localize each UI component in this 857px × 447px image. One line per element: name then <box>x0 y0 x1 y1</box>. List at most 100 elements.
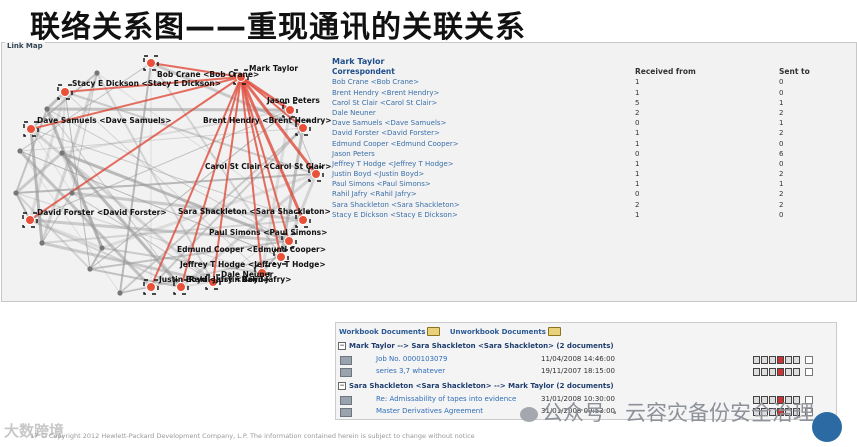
received-count: 5 <box>635 98 640 107</box>
graph-label-sara: Sara Shackleton <Sara Shackleton> <box>178 207 331 216</box>
document-link[interactable]: series 3,7 whatever <box>376 366 445 377</box>
correspondent-name[interactable]: Carol St Clair <Carol St Clair> <box>332 98 437 108</box>
correspondent-row[interactable]: Jeffrey T Hodge <Jeffrey T Hodge> 1 0 <box>332 159 852 169</box>
correspondent-name[interactable]: Brent Hendry <Brent Hendry> <box>332 88 439 98</box>
document-row[interactable]: series 3,7 whatever 19/11/2007 18:15:00 <box>338 366 834 377</box>
correspondent-row[interactable]: Carol St Clair <Carol St Clair> 5 1 <box>332 98 852 108</box>
document-group-header[interactable]: − Mark Taylor --> Sara Shackleton <Sara S… <box>338 342 614 350</box>
received-count: 0 <box>635 119 640 128</box>
tab-unworkbook-documents[interactable]: Unworkbook Documents <box>449 327 564 336</box>
graph-label-dale: Dale Neuner <box>221 270 274 279</box>
graph-minor-node[interactable] <box>39 240 45 246</box>
graph-minor-node[interactable] <box>59 150 65 156</box>
flag-icon[interactable] <box>761 368 768 376</box>
graph-node-bob[interactable] <box>146 58 156 68</box>
graph-label-edmund: Edmund Cooper <Edmund Cooper> <box>177 245 326 254</box>
correspondent-name[interactable]: Dave Samuels <Dave Samuels> <box>332 118 446 128</box>
document-link[interactable]: Re: Admissability of tapes into evidence <box>376 394 516 405</box>
flag-icon[interactable] <box>793 356 800 364</box>
wechat-icon <box>520 406 538 422</box>
graph-node-dave[interactable] <box>26 124 36 134</box>
received-count: 0 <box>635 190 640 199</box>
correspondent-name[interactable]: Rahil Jafry <Rahil Jafry> <box>332 189 417 199</box>
flag-icon[interactable] <box>777 368 784 376</box>
graph-node-davidf[interactable] <box>25 215 35 225</box>
graph-label-dave: Dave Samuels <Dave Samuels> <box>37 116 171 125</box>
flag-icon[interactable] <box>761 356 768 364</box>
graph-node-sara[interactable] <box>298 215 308 225</box>
flag-icon[interactable] <box>785 368 792 376</box>
correspondent-row[interactable]: Jason Peters 0 6 <box>332 149 852 159</box>
document-row[interactable]: Job No. 0000103079 11/04/2008 14:46:00 <box>338 354 834 365</box>
graph-minor-node[interactable] <box>94 70 100 76</box>
watermark-right: 公众号 · 云容灾备份安全治理 <box>520 397 814 427</box>
graph-label-stacy: Stacy E Dickson <Stacy E Dickson> <box>72 79 221 88</box>
document-link[interactable]: Master Derivatives Agreement <box>376 406 483 417</box>
correspondent-row[interactable]: Rahil Jafry <Rahil Jafry> 0 2 <box>332 189 852 199</box>
correspondent-row[interactable]: Paul Simons <Paul Simons> 1 1 <box>332 179 852 189</box>
graph-minor-node[interactable] <box>117 290 123 296</box>
workbook-tabs: Workbook Documents Unworkbook Documents <box>339 327 568 336</box>
flag-icon[interactable] <box>793 368 800 376</box>
graph-minor-node[interactable] <box>17 148 23 154</box>
graph-node-jason[interactable] <box>285 105 295 115</box>
graph-minor-node[interactable] <box>13 190 19 196</box>
correspondent-name[interactable]: Bob Crane <Bob Crane> <box>332 77 419 87</box>
graph-minor-node[interactable] <box>69 190 75 196</box>
flag-icon[interactable] <box>769 356 776 364</box>
correspondent-row[interactable]: Edmund Cooper <Edmund Cooper> 1 0 <box>332 139 852 149</box>
graph-edge <box>89 247 103 270</box>
document-icon <box>340 408 352 417</box>
correspondent-row[interactable]: Bob Crane <Bob Crane> 1 0 <box>332 77 852 87</box>
graph-minor-node[interactable] <box>99 245 105 251</box>
correspondent-name[interactable]: Sara Shackleton <Sara Shackleton> <box>332 200 460 210</box>
graph-minor-node[interactable] <box>87 266 93 272</box>
correspondent-row[interactable]: David Forster <David Forster> 1 2 <box>332 128 852 138</box>
graph-node-stacy[interactable] <box>60 87 70 97</box>
received-count: 2 <box>635 108 640 117</box>
tab-unworkbook-documents-label: Unworkbook Documents <box>449 327 546 336</box>
tab-workbook-documents[interactable]: Workbook Documents <box>339 327 443 336</box>
select-checkbox[interactable] <box>805 368 813 376</box>
correspondent-row[interactable]: Dave Samuels <Dave Samuels> 0 1 <box>332 118 852 128</box>
collapse-icon[interactable]: − <box>338 382 346 390</box>
correspondent-name[interactable]: Jason Peters <box>332 149 375 159</box>
correspondent-row[interactable]: Stacy E Dickson <Stacy E Dickson> 1 0 <box>332 210 852 220</box>
sent-count: 0 <box>779 159 784 168</box>
select-checkbox[interactable] <box>805 356 813 364</box>
footer-copyright: 17 © Copyright 2012 Hewlett-Packard Deve… <box>30 432 475 440</box>
correspondent-row[interactable]: Brent Hendry <Brent Hendry> 1 0 <box>332 88 852 98</box>
correspondent-name[interactable]: Edmund Cooper <Edmund Cooper> <box>332 139 459 149</box>
flag-icon[interactable] <box>785 356 792 364</box>
flag-icon[interactable] <box>777 356 784 364</box>
correspondent-row[interactable]: Dale Neuner 2 2 <box>332 108 852 118</box>
correspondent-name[interactable]: David Forster <David Forster> <box>332 128 440 138</box>
correspondent-name[interactable]: Justin Boyd <Justin Boyd> <box>332 169 424 179</box>
flag-icon[interactable] <box>769 368 776 376</box>
header-received: Received from <box>635 67 696 77</box>
correspondent-row[interactable]: Justin Boyd <Justin Boyd> 1 2 <box>332 169 852 179</box>
correspondent-row[interactable]: Sara Shackleton <Sara Shackleton> 2 2 <box>332 200 852 210</box>
received-count: 1 <box>635 170 640 179</box>
folder-icon <box>547 327 561 336</box>
graph-minor-node[interactable] <box>44 106 50 112</box>
graph-node-justin[interactable] <box>146 282 156 292</box>
document-link[interactable]: Job No. 0000103079 <box>376 354 447 365</box>
sent-count: 6 <box>779 149 784 158</box>
group-title: Mark Taylor --> Sara Shackleton <Sara Sh… <box>349 342 614 350</box>
collapse-icon[interactable]: − <box>338 342 346 350</box>
sent-count: 1 <box>779 98 784 107</box>
graph-label-bob: Bob Crane <Bob Crane> <box>157 70 259 79</box>
correspondent-name[interactable]: Paul Simons <Paul Simons> <box>332 179 431 189</box>
flag-icon[interactable] <box>753 356 760 364</box>
correspondent-name[interactable]: Dale Neuner <box>332 108 376 118</box>
received-count: 0 <box>635 149 640 158</box>
correspondent-name[interactable]: Jeffrey T Hodge <Jeffrey T Hodge> <box>332 159 454 169</box>
received-count: 1 <box>635 88 640 97</box>
document-flags <box>753 356 813 364</box>
graph-label-davidf: David Forster <David Forster> <box>37 208 167 217</box>
document-group-header[interactable]: − Sara Shackleton <Sara Shackleton> --> M… <box>338 382 614 390</box>
sent-count: 0 <box>779 88 784 97</box>
correspondent-name[interactable]: Stacy E Dickson <Stacy E Dickson> <box>332 210 458 220</box>
flag-icon[interactable] <box>753 368 760 376</box>
